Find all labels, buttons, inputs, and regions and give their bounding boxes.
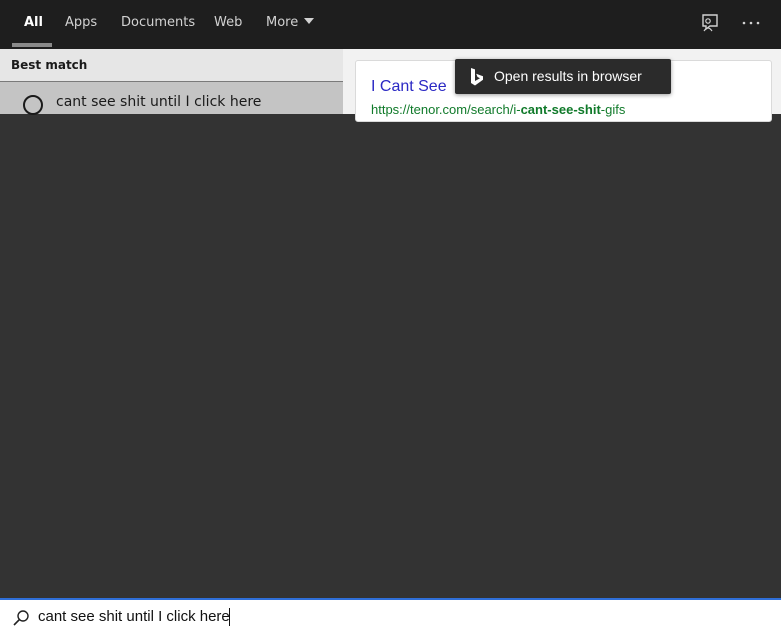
web-result-url[interactable]: https://tenor.com/search/i-cant-see-shit… (371, 102, 625, 117)
bing-icon (471, 68, 483, 86)
web-result-url-highlight: cant-see-shit (520, 102, 601, 117)
best-match-heading: Best match (11, 58, 88, 72)
tab-more-label: More (266, 15, 299, 30)
web-result-url-prefix: https://tenor.com/search/i- (371, 102, 521, 117)
text-cursor (229, 608, 230, 626)
tab-apps[interactable]: Apps (65, 0, 97, 46)
feedback-icon[interactable] (698, 12, 720, 34)
open-in-browser-tooltip[interactable]: Open results in browser (455, 59, 671, 94)
tooltip-label: Open results in browser (494, 68, 642, 84)
tab-all[interactable]: All (24, 0, 43, 46)
search-icon (23, 95, 43, 115)
more-options-icon[interactable] (740, 12, 762, 34)
active-tab-indicator (12, 43, 52, 47)
search-icon (13, 610, 29, 626)
tab-documents[interactable]: Documents (121, 0, 195, 46)
tab-web[interactable]: Web (214, 0, 242, 46)
best-match-result[interactable]: cant see shit until I click here (0, 81, 343, 115)
web-result-url-suffix: -gifs (600, 102, 626, 117)
best-match-panel: Best match cant see shit until I click h… (0, 49, 343, 115)
search-input[interactable] (38, 603, 738, 629)
best-match-result-label: cant see shit until I click here (56, 94, 262, 110)
search-filter-bar: All Apps Documents Web More (0, 0, 781, 49)
web-result-title[interactable]: I Cant See (371, 78, 447, 96)
search-box[interactable] (0, 598, 781, 632)
tab-more[interactable]: More (266, 0, 315, 46)
chevron-down-icon (304, 18, 315, 24)
